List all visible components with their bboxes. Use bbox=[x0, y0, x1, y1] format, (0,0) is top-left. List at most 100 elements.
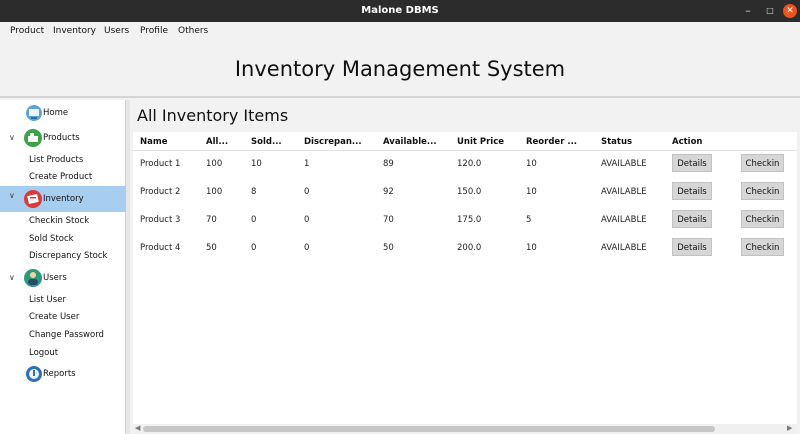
cell-reorder: 10 bbox=[526, 159, 537, 169]
cell-status: AVAILABLE bbox=[601, 243, 647, 253]
menu-profile[interactable]: Profile bbox=[140, 26, 168, 36]
column-header-unit-price[interactable]: Unit Price bbox=[457, 137, 504, 147]
cell-discrepancy: 0 bbox=[304, 243, 310, 253]
column-header-action[interactable]: Action bbox=[672, 137, 703, 147]
main-content: All Inventory Items Name All... Sold... … bbox=[130, 100, 800, 434]
checkin-button[interactable]: Checkin bbox=[741, 210, 784, 228]
cell-unit-price: 175.0 bbox=[457, 215, 482, 225]
cell-unit-price: 150.0 bbox=[457, 187, 482, 197]
sidebar-item-label: Users bbox=[43, 273, 67, 283]
chevron-down-icon[interactable]: ∨ bbox=[9, 183, 15, 209]
cell-available: 50 bbox=[383, 243, 394, 253]
cell-sold: 0 bbox=[251, 215, 257, 225]
cell-unit-price: 120.0 bbox=[457, 159, 482, 169]
cell-available: 92 bbox=[383, 187, 394, 197]
users-icon bbox=[24, 269, 42, 287]
cell-status: AVAILABLE bbox=[601, 187, 647, 197]
sidebar-item-label: Create Product bbox=[29, 172, 93, 182]
sidebar-item-label: Checkin Stock bbox=[29, 216, 90, 226]
details-button[interactable]: Details bbox=[672, 238, 712, 256]
sidebar-item-create-product[interactable]: Create Product bbox=[0, 168, 126, 186]
cell-name: Product 2 bbox=[140, 187, 181, 197]
column-header-name[interactable]: Name bbox=[140, 137, 167, 147]
cell-discrepancy: 1 bbox=[304, 159, 310, 169]
cell-status: AVAILABLE bbox=[601, 215, 647, 225]
column-header-all[interactable]: All... bbox=[206, 137, 228, 147]
sidebar-item-sold-stock[interactable]: Sold Stock bbox=[0, 230, 126, 248]
sidebar-item-label: Create User bbox=[29, 312, 80, 322]
scroll-right-icon[interactable]: ▶ bbox=[787, 424, 792, 432]
cell-unit-price: 200.0 bbox=[457, 243, 482, 253]
sidebar-item-products[interactable]: ∨ Products bbox=[0, 129, 126, 147]
checkin-button[interactable]: Checkin bbox=[741, 182, 784, 200]
menu-others[interactable]: Others bbox=[178, 26, 208, 36]
app-header: Inventory Management System bbox=[0, 41, 800, 98]
sidebar-item-users[interactable]: ∨ Users bbox=[0, 269, 126, 287]
details-button[interactable]: Details bbox=[672, 154, 712, 172]
cell-all: 50 bbox=[206, 243, 217, 253]
cell-all: 100 bbox=[206, 187, 223, 197]
menu-inventory[interactable]: Inventory bbox=[53, 26, 96, 36]
checkin-button[interactable]: Checkin bbox=[741, 238, 784, 256]
window-titlebar: Malone DBMS – □ ✕ bbox=[0, 0, 800, 22]
column-header-discrepancy[interactable]: Discrepan... bbox=[304, 137, 362, 147]
cell-available: 89 bbox=[383, 159, 394, 169]
cell-status: AVAILABLE bbox=[601, 159, 647, 169]
sidebar-item-discrepancy-stock[interactable]: Discrepancy Stock bbox=[0, 247, 126, 265]
products-icon bbox=[24, 129, 42, 147]
checkin-button[interactable]: Checkin bbox=[741, 154, 784, 172]
inventory-table: Name All... Sold... Discrepan... Availab… bbox=[133, 132, 797, 424]
maximize-button[interactable]: □ bbox=[763, 0, 777, 22]
cell-discrepancy: 0 bbox=[304, 187, 310, 197]
cell-available: 70 bbox=[383, 215, 394, 225]
column-header-reorder[interactable]: Reorder ... bbox=[526, 137, 577, 147]
sidebar-item-list-user[interactable]: List User bbox=[0, 291, 126, 309]
menu-bar: Product Inventory Users Profile Others bbox=[0, 22, 800, 41]
sidebar-item-label: Change Password bbox=[29, 330, 104, 340]
sidebar-item-label: Discrepancy Stock bbox=[29, 251, 108, 261]
sidebar-item-change-password[interactable]: Change Password bbox=[0, 326, 126, 344]
column-header-available[interactable]: Available... bbox=[383, 137, 437, 147]
chevron-down-icon[interactable]: ∨ bbox=[9, 129, 15, 147]
page-title: All Inventory Items bbox=[137, 106, 289, 125]
cell-reorder: 5 bbox=[526, 215, 532, 225]
scrollbar-thumb[interactable] bbox=[143, 426, 715, 432]
sidebar-item-label: Home bbox=[43, 108, 69, 118]
sidebar-item-reports[interactable]: Reports bbox=[0, 365, 126, 383]
menu-product[interactable]: Product bbox=[10, 26, 44, 36]
cell-discrepancy: 0 bbox=[304, 215, 310, 225]
cell-name: Product 3 bbox=[140, 215, 181, 225]
horizontal-scrollbar[interactable]: ◀ ▶ bbox=[133, 424, 797, 434]
cell-sold: 0 bbox=[251, 243, 257, 253]
sidebar-item-home[interactable]: Home bbox=[0, 104, 126, 122]
sidebar-tree: Home ∨ Products List Products Create Pro… bbox=[0, 100, 126, 434]
sidebar-item-inventory[interactable]: ∨ Inventory bbox=[0, 186, 126, 212]
sidebar-item-label: Products bbox=[43, 133, 80, 143]
sidebar-item-logout[interactable]: Logout bbox=[0, 344, 126, 362]
scroll-left-icon[interactable]: ◀ bbox=[135, 424, 140, 432]
window-title: Malone DBMS bbox=[361, 5, 439, 16]
cell-sold: 8 bbox=[251, 187, 257, 197]
close-button[interactable]: ✕ bbox=[783, 4, 797, 18]
cell-sold: 10 bbox=[251, 159, 262, 169]
sidebar-item-list-products[interactable]: List Products bbox=[0, 151, 126, 169]
cell-name: Product 4 bbox=[140, 243, 181, 253]
sidebar-item-create-user[interactable]: Create User bbox=[0, 308, 126, 326]
sidebar-item-label: Inventory bbox=[43, 194, 84, 204]
details-button[interactable]: Details bbox=[672, 182, 712, 200]
minimize-button[interactable]: – bbox=[741, 0, 755, 22]
chevron-down-icon[interactable]: ∨ bbox=[9, 269, 15, 287]
app-title: Inventory Management System bbox=[234, 57, 566, 81]
cell-all: 70 bbox=[206, 215, 217, 225]
sidebar-item-label: Reports bbox=[43, 369, 76, 379]
details-button[interactable]: Details bbox=[672, 210, 712, 228]
sidebar-item-checkin-stock[interactable]: Checkin Stock bbox=[0, 212, 126, 230]
menu-users[interactable]: Users bbox=[104, 26, 129, 36]
column-header-sold[interactable]: Sold... bbox=[251, 137, 282, 147]
home-icon bbox=[26, 105, 42, 121]
cell-reorder: 10 bbox=[526, 243, 537, 253]
sidebar-item-label: Logout bbox=[29, 348, 59, 358]
column-header-status[interactable]: Status bbox=[601, 137, 632, 147]
sidebar-item-label: List User bbox=[29, 295, 66, 305]
sidebar-item-label: Sold Stock bbox=[29, 234, 74, 244]
